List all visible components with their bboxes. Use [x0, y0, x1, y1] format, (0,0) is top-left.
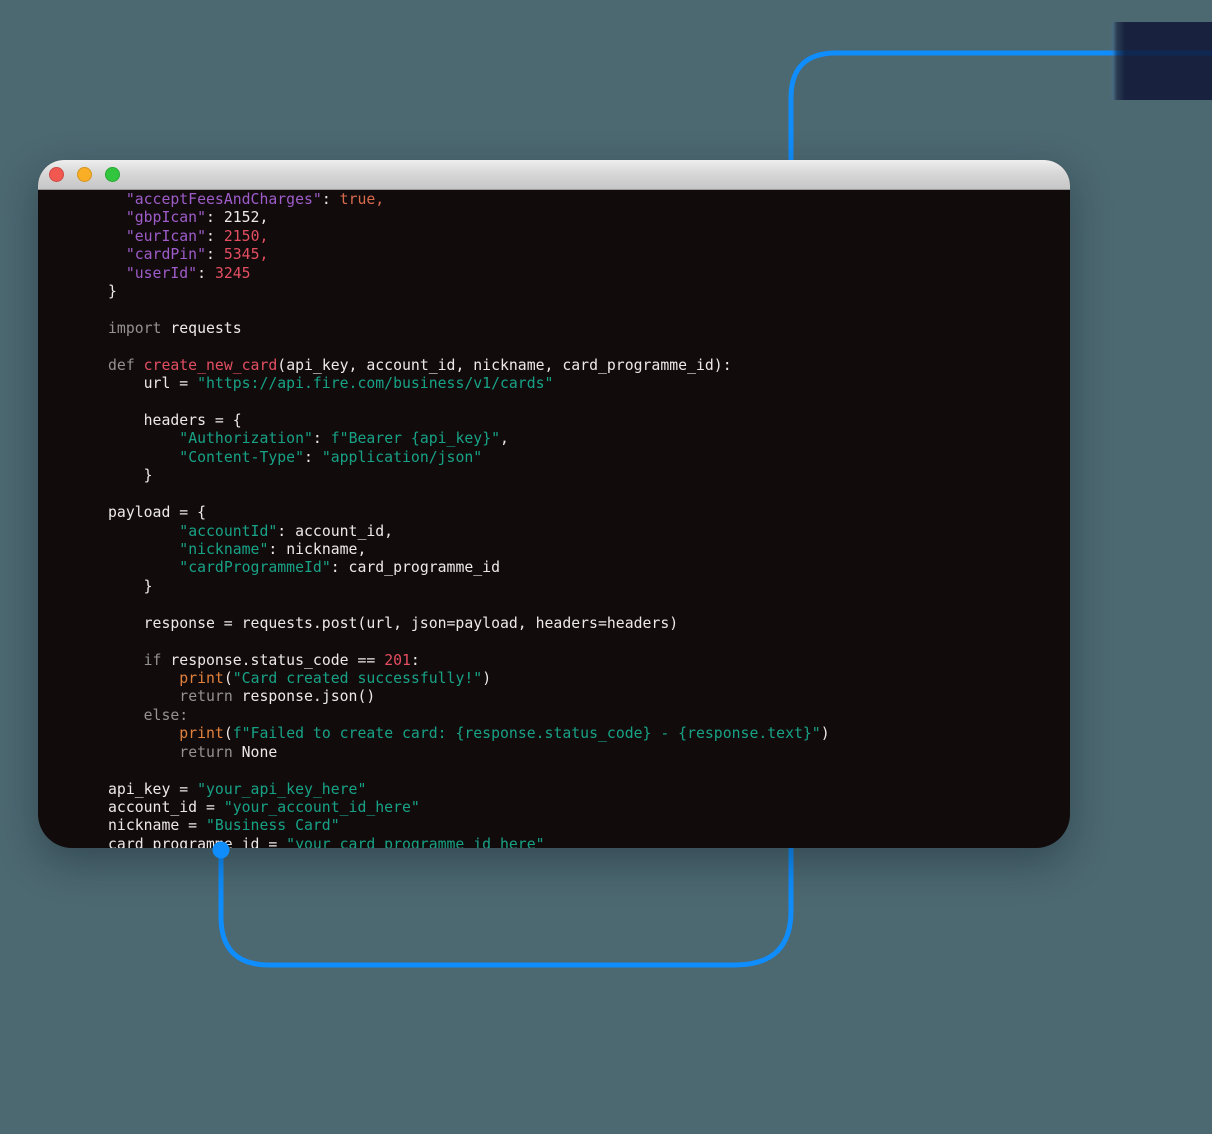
code-line: print("Card created successfully!")	[108, 670, 1070, 688]
code-line: "gbpIcan": 2152,	[108, 209, 1070, 227]
window-titlebar[interactable]	[38, 160, 1070, 190]
code-line: print(f"Failed to create card: {response…	[108, 725, 1070, 743]
page-background: "acceptFeesAndCharges": true, "gbpIcan":…	[0, 0, 1212, 1134]
code-line: "accountId": account_id,	[108, 523, 1070, 541]
code-line: "cardProgrammeId": card_programme_id	[108, 559, 1070, 577]
code-line: "cardPin": 5345,	[108, 246, 1070, 264]
code-editor-window: "acceptFeesAndCharges": true, "gbpIcan":…	[38, 160, 1070, 848]
code-line	[108, 338, 1070, 356]
code-line: api_key = "your_api_key_here"	[108, 781, 1070, 799]
code-line	[108, 486, 1070, 504]
code-line: }	[108, 467, 1070, 485]
code-line: account_id = "your_account_id_here"	[108, 799, 1070, 817]
code-line: return response.json()	[108, 688, 1070, 706]
code-line	[108, 633, 1070, 651]
code-line: return None	[108, 744, 1070, 762]
code-line: if response.status_code == 201:	[108, 652, 1070, 670]
code-line	[108, 302, 1070, 320]
code-editor-content[interactable]: "acceptFeesAndCharges": true, "gbpIcan":…	[38, 190, 1070, 848]
decorative-rectangle	[1110, 22, 1212, 100]
code-line: headers = {	[108, 412, 1070, 430]
code-line: "nickname": nickname,	[108, 541, 1070, 559]
code-line: "eurIcan": 2150,	[108, 228, 1070, 246]
zoom-window-button[interactable]	[105, 167, 120, 182]
close-window-button[interactable]	[49, 167, 64, 182]
code-line	[108, 394, 1070, 412]
code-line: else:	[108, 707, 1070, 725]
code-line	[108, 596, 1070, 614]
code-line: def create_new_card(api_key, account_id,…	[108, 357, 1070, 375]
code-line: card_programme_id = "your_card_programme…	[108, 836, 1070, 848]
code-line: "Content-Type": "application/json"	[108, 449, 1070, 467]
code-line: url = "https://api.fire.com/business/v1/…	[108, 375, 1070, 393]
code-line: "acceptFeesAndCharges": true,	[108, 191, 1070, 209]
minimize-window-button[interactable]	[77, 167, 92, 182]
code-line: import requests	[108, 320, 1070, 338]
code-line: "Authorization": f"Bearer {api_key}",	[108, 430, 1070, 448]
code-line: }	[108, 283, 1070, 301]
code-line	[108, 762, 1070, 780]
code-line: response = requests.post(url, json=paylo…	[108, 615, 1070, 633]
code-line: "userId": 3245	[108, 265, 1070, 283]
code-line: }	[108, 578, 1070, 596]
connector-endpoint-dot	[204, 833, 238, 867]
code-line: payload = {	[108, 504, 1070, 522]
code-line: nickname = "Business Card"	[108, 817, 1070, 835]
